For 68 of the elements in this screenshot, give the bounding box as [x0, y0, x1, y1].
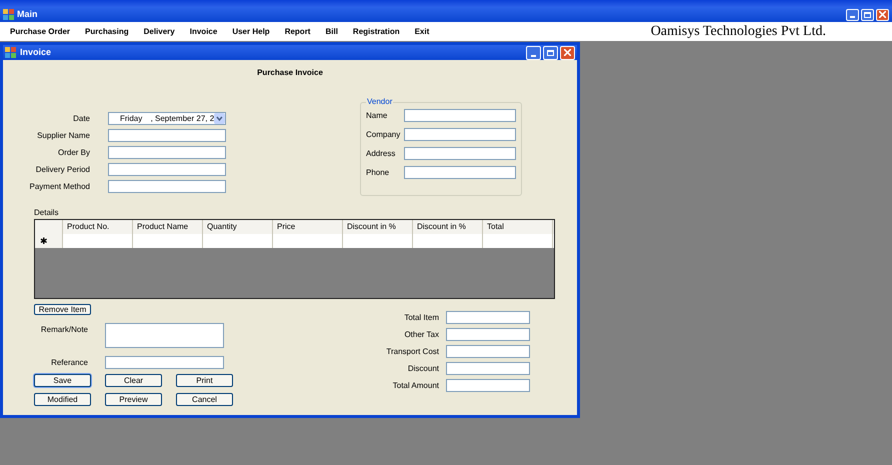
input-field[interactable] — [404, 109, 516, 122]
company-name: Oamisys Technologies Pvt Ltd. — [650, 24, 826, 38]
menu-item[interactable]: User Help — [232, 26, 270, 38]
field-label: Transport Cost — [385, 346, 439, 358]
input-field[interactable] — [404, 128, 516, 141]
field-label: Company — [366, 129, 400, 141]
close-icon — [879, 11, 886, 18]
date-value: , September 27, 2 — [150, 114, 214, 122]
field-label: Referance — [50, 356, 88, 368]
group-title: Vendor — [366, 96, 394, 108]
field-label: Supplier Name — [36, 130, 90, 142]
date-day: Friday — [109, 114, 151, 122]
menu-item[interactable]: Delivery — [144, 26, 175, 38]
row-header[interactable]: ✱ — [35, 234, 63, 248]
field-label: Payment Method — [28, 181, 90, 193]
menu-item[interactable]: Bill — [325, 26, 338, 38]
window-title: Invoice — [20, 46, 52, 59]
maximize-button[interactable] — [861, 8, 874, 20]
field-label: Delivery Period — [34, 164, 90, 176]
form-button[interactable]: Modified — [34, 393, 91, 406]
input-field[interactable] — [108, 180, 226, 193]
close-icon — [564, 49, 571, 56]
app-icon — [5, 47, 16, 58]
form-button[interactable]: Preview — [105, 393, 162, 406]
form-button[interactable]: Print — [176, 374, 233, 387]
input-field[interactable] — [105, 356, 224, 369]
field-label: Date — [72, 113, 90, 125]
remove-item-button[interactable]: Remove Item — [34, 304, 91, 315]
close-button[interactable] — [876, 8, 889, 20]
field-label: Total Amount — [392, 380, 439, 392]
menu-item[interactable]: Exit — [414, 26, 430, 38]
input-field[interactable] — [404, 166, 516, 179]
field-label: Total Item — [403, 312, 439, 324]
field-label: Remark/Note — [40, 325, 88, 335]
field-label: Phone — [366, 167, 390, 179]
input-field[interactable] — [446, 362, 530, 375]
field-label: Discount — [406, 363, 439, 375]
menu-item[interactable]: Invoice — [190, 26, 218, 38]
remark-field[interactable] — [105, 323, 224, 348]
form-button[interactable]: Save — [34, 374, 91, 387]
menu-item[interactable]: Purchase Order — [10, 26, 70, 38]
minimize-button[interactable] — [846, 8, 859, 20]
input-field[interactable] — [446, 328, 530, 341]
close-button[interactable] — [560, 46, 575, 60]
field-label: Order By — [56, 147, 90, 159]
form-button[interactable]: Clear — [105, 374, 162, 387]
input-field[interactable] — [108, 163, 226, 176]
menu-item[interactable]: Purchasing — [85, 26, 129, 38]
input-field[interactable] — [108, 129, 226, 142]
form-heading: Purchase Invoice — [257, 67, 323, 79]
field-label: Name — [366, 110, 388, 122]
input-field[interactable] — [404, 147, 516, 160]
form-button[interactable]: Cancel — [176, 393, 233, 406]
field-label: Other Tax — [403, 329, 439, 341]
dropdown-icon[interactable] — [214, 113, 225, 124]
date-picker[interactable]: Friday , September 27, 2 — [108, 112, 226, 125]
maximize-button[interactable] — [543, 46, 558, 60]
app-icon — [3, 9, 14, 20]
minimize-button[interactable] — [526, 46, 541, 60]
menu-item[interactable]: Registration — [352, 26, 400, 38]
details-label: Details — [34, 208, 60, 218]
window-title: Main — [17, 8, 38, 21]
menu-item[interactable]: Report — [284, 26, 310, 38]
input-field[interactable] — [108, 146, 226, 159]
input-field[interactable] — [446, 311, 530, 324]
field-label: Address — [366, 148, 396, 160]
input-field[interactable] — [446, 345, 530, 358]
input-field[interactable] — [446, 379, 530, 392]
